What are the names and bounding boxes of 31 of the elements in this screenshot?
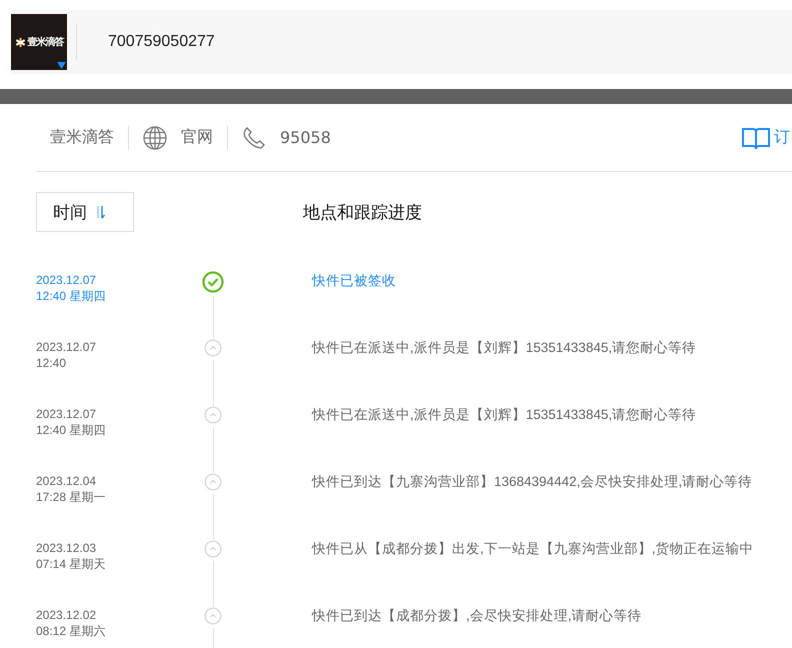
event-time: 12:40 星期四 <box>36 422 106 438</box>
sort-arrows-icon <box>95 205 105 219</box>
logo-text: 壹米滴答 <box>28 35 64 49</box>
column-header: 地点和跟踪进度 <box>303 202 422 224</box>
event-time: 12:40 <box>36 355 68 371</box>
website-link[interactable]: 官网 <box>181 127 213 148</box>
tracking-event-text: 快件已从【成都分拨】出发,下一站是【九寨沟营业部】,货物正在运输中 <box>312 540 754 558</box>
tracking-event-text: 快件已在派送中,派件员是【刘辉】15351433845,请您耐心等待 <box>312 339 696 357</box>
tracking-event-text: 快件已到达【成都分拨】,会尽快安排处理,请耐心等待 <box>312 607 642 625</box>
event-time: 12:40 星期四 <box>36 288 106 304</box>
tracking-event-text: 快件已到达【九寨沟营业部】13684394442,会尽快安排处理,请耐心等待 <box>312 473 752 491</box>
dropdown-triangle-icon[interactable] <box>57 62 66 69</box>
carrier-logo[interactable]: 壹米滴答 <box>11 14 67 70</box>
phone-number: 95058 <box>280 128 331 147</box>
event-time: 17:28 星期一 <box>36 489 106 505</box>
event-date: 2023.12.03 <box>36 540 98 556</box>
event-date: 2023.12.07 <box>36 339 98 355</box>
asterisk-icon <box>14 36 26 48</box>
event-time: 07:14 星期天 <box>36 556 106 572</box>
event-date: 2023.12.07 <box>36 406 98 422</box>
company-name: 壹米滴答 <box>50 127 114 148</box>
tracking-event-text: 快件已在派送中,派件员是【刘辉】15351433845,请您耐心等待 <box>312 406 696 424</box>
event-date: 2023.12.02 <box>36 607 98 623</box>
tracking-number[interactable]: 700759050277 <box>108 33 215 51</box>
event-date: 2023.12.07 <box>36 272 98 288</box>
tracking-event-text: 快件已被签收 <box>312 272 396 290</box>
sort-by-time-button[interactable]: 时间 <box>36 192 134 232</box>
globe-icon <box>143 126 167 150</box>
event-date: 2023.12.04 <box>36 473 98 489</box>
phone-icon <box>242 126 266 150</box>
event-time: 08:12 星期六 <box>36 623 106 639</box>
